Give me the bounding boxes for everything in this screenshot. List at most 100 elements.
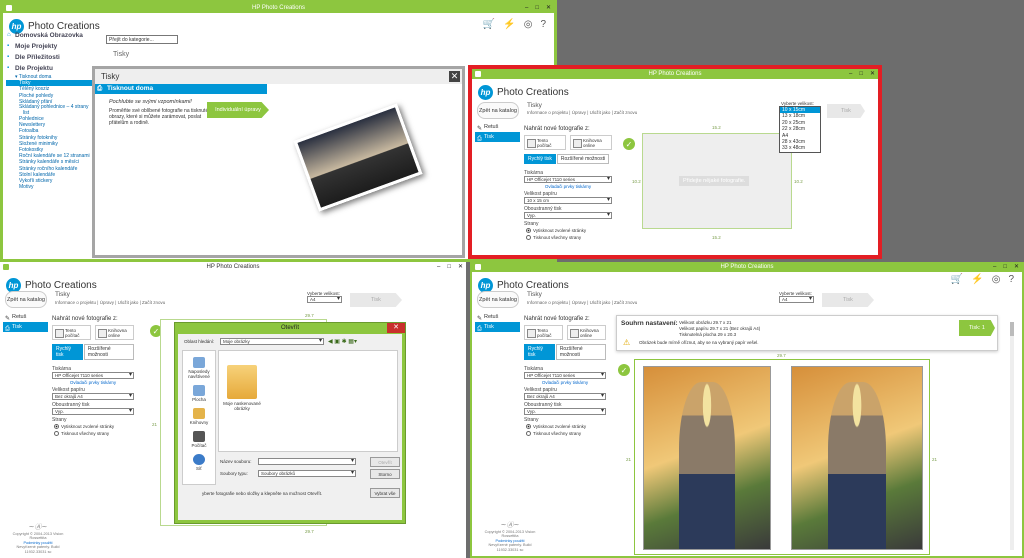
minimize-icon[interactable]: – <box>849 69 852 79</box>
scrollbar[interactable] <box>1010 322 1014 550</box>
back-to-catalog-button[interactable]: Zpět na katalog <box>477 102 519 119</box>
window-icon <box>3 264 9 270</box>
maximize-icon[interactable]: □ <box>859 69 863 79</box>
cart-icon[interactable]: 🛒 <box>951 274 963 285</box>
nav-retouch[interactable]: ✎ Retuš <box>475 312 520 322</box>
tab-quick-print[interactable]: Rychlý tisk <box>524 344 555 360</box>
sidebar-item-project[interactable]: ▪ Dle Projektu <box>6 63 106 74</box>
globe-icon[interactable]: ◎ <box>524 19 533 30</box>
open-button[interactable]: Otevřít <box>370 457 400 467</box>
sidebar-item-home[interactable]: ⌂ Domovská Obrazovka <box>6 30 106 41</box>
size-dropdown-list[interactable]: 10 x 15cm 13 x 18cm 20 x 25cm 22 x 28cm … <box>779 106 821 153</box>
printer-controls-link[interactable]: Ovladači prvky tiskárny <box>52 380 134 385</box>
sidebar-item-occasion[interactable]: ▪ Dle Příležitosti <box>6 52 106 63</box>
close-icon[interactable]: ✕ <box>449 71 460 82</box>
network-icon <box>193 454 205 465</box>
print-button[interactable]: Tisk <box>827 104 865 118</box>
tab-quick-print[interactable]: Rychlý tisk <box>52 344 83 360</box>
sidebar-sub-item[interactable]: Motivy <box>6 184 106 190</box>
maximize-icon[interactable]: □ <box>535 3 539 13</box>
source-online-library-button[interactable]: Knihovna online <box>95 325 134 340</box>
size-select[interactable]: A4 <box>307 296 342 303</box>
file-list[interactable]: Moje naskenované obrázky <box>218 350 398 452</box>
photo-left[interactable] <box>643 366 771 550</box>
breadcrumb[interactable]: Informace o projektu | Úpravy | Uložit j… <box>55 300 165 305</box>
source-online-library-button[interactable]: Knihovna online <box>570 135 612 150</box>
tab-quick-print[interactable]: Rychlý tisk <box>524 154 556 164</box>
help-icon[interactable]: ? <box>540 19 546 30</box>
close-icon[interactable]: ✕ <box>458 262 463 272</box>
close-icon[interactable]: ✕ <box>546 3 551 13</box>
minimize-icon[interactable]: – <box>437 262 440 272</box>
back-to-catalog-button[interactable]: Zpět na katalog <box>5 291 47 308</box>
folder-icon[interactable] <box>227 365 257 399</box>
printer-controls-link[interactable]: Ovladači prvky tiskárny <box>524 380 606 385</box>
nav-print[interactable]: ⎙ Tisk <box>3 322 48 332</box>
filetype-select[interactable]: Soubory obrázků <box>258 470 356 477</box>
size-select[interactable]: A4 <box>779 296 814 303</box>
radio-selected-pages[interactable]: Vytisknout zvolené stránky <box>526 423 606 430</box>
cancel-button[interactable]: Storno <box>370 469 400 479</box>
close-icon[interactable]: ✕ <box>387 323 405 333</box>
place-recent[interactable]: Naposledy navštívené <box>183 357 215 379</box>
back-to-catalog-button[interactable]: Zpět na katalog <box>477 291 519 308</box>
printer-select[interactable]: HP Officejet 7110 series <box>52 372 134 379</box>
tab-advanced[interactable]: Rozšířené možnosti <box>555 344 606 360</box>
place-libraries[interactable]: Knihovny <box>183 408 215 425</box>
photo-right[interactable] <box>791 366 923 550</box>
size-option[interactable]: 33 x 48cm <box>780 145 820 151</box>
tab-advanced[interactable]: Rozšířené možnosti <box>83 344 134 360</box>
nav-retouch[interactable]: ✎ Retuš <box>475 122 520 132</box>
duplex-select[interactable]: Vyp. <box>524 212 612 219</box>
maximize-icon[interactable]: □ <box>1003 262 1007 272</box>
minimize-icon[interactable]: – <box>525 3 528 13</box>
close-icon[interactable]: ✕ <box>1014 262 1019 272</box>
maximize-icon[interactable]: □ <box>447 262 451 272</box>
printer-select[interactable]: HP Officejet 7110 series <box>524 372 606 379</box>
place-computer[interactable]: Počítač <box>183 431 215 448</box>
category-dropdown[interactable]: Přejít do kategorie... <box>106 35 178 44</box>
sidebar-item-projects[interactable]: ▪ Moje Projekty <box>6 41 106 52</box>
source-online-library-button[interactable]: Knihovna online <box>567 325 606 340</box>
radio-selected-pages[interactable]: Vytisknout zvolené stránky <box>54 423 134 430</box>
help-icon[interactable]: ? <box>1008 274 1014 285</box>
lookin-select[interactable]: Moje obrázky <box>220 338 324 345</box>
radio-selected-pages[interactable]: Vytisknout zvolené stránky <box>526 227 612 234</box>
radio-all-pages[interactable]: Tisknout všechny strany <box>526 430 606 437</box>
cart-icon[interactable]: 🛒 <box>483 19 495 30</box>
duplex-select[interactable]: Vyp. <box>524 408 606 415</box>
printer-controls-link[interactable]: Ovladači prvky tiskárny <box>524 184 612 189</box>
printer-select[interactable]: HP Officejet 7110 series <box>524 176 612 183</box>
print-count-button[interactable]: Tisk: 1 <box>959 320 995 336</box>
source-this-pc-button[interactable]: Tento počítač <box>52 325 91 340</box>
globe-icon[interactable]: ◎ <box>992 274 1001 285</box>
breadcrumb[interactable]: Informace o projektu | Úpravy | Uložit j… <box>527 300 637 305</box>
custom-edit-button[interactable]: Individuální úpravy <box>207 102 269 118</box>
lightning-icon[interactable]: ⚡ <box>971 274 983 285</box>
folder-name[interactable]: Moje naskenované obrázky <box>221 401 263 411</box>
place-desktop[interactable]: Plocha <box>183 385 215 402</box>
tab-advanced[interactable]: Rozšířené možnosti <box>556 154 610 164</box>
source-this-pc-button[interactable]: Tento počítač <box>524 135 566 150</box>
folder-toolbar[interactable]: ◀ ▣ ✱ ▦▾ <box>328 338 357 345</box>
lightning-icon[interactable]: ⚡ <box>503 19 515 30</box>
nav-print[interactable]: ⎙ Tisk <box>475 322 520 332</box>
paper-size-select[interactable]: Bez okrajů A4 <box>524 393 606 400</box>
select-all-button[interactable]: Vybrat vše <box>370 488 400 498</box>
source-this-pc-button[interactable]: Tento počítač <box>524 325 563 340</box>
print-button[interactable]: Tisk <box>822 293 874 307</box>
place-network[interactable]: Síť <box>183 454 215 471</box>
radio-all-pages[interactable]: Tisknout všechny strany <box>526 234 612 241</box>
nav-print[interactable]: ⎙ Tisk <box>475 132 520 142</box>
filename-input[interactable] <box>258 458 356 465</box>
add-photos-placeholder[interactable]: Přidejte nějaké fotografie. <box>679 176 750 186</box>
close-icon[interactable]: ✕ <box>870 69 875 79</box>
paper-size-select[interactable]: 10 x 15 cm <box>524 197 612 204</box>
radio-all-pages[interactable]: Tisknout všechny strany <box>54 430 134 437</box>
paper-size-select[interactable]: Bez okrajů A4 <box>52 393 134 400</box>
minimize-icon[interactable]: – <box>993 262 996 272</box>
print-button[interactable]: Tisk <box>350 293 402 307</box>
nav-retouch[interactable]: ✎ Retuš <box>3 312 48 322</box>
duplex-select[interactable]: Vyp. <box>52 408 134 415</box>
breadcrumb[interactable]: Informace o projektu | Úpravy | Uložit j… <box>527 110 637 115</box>
